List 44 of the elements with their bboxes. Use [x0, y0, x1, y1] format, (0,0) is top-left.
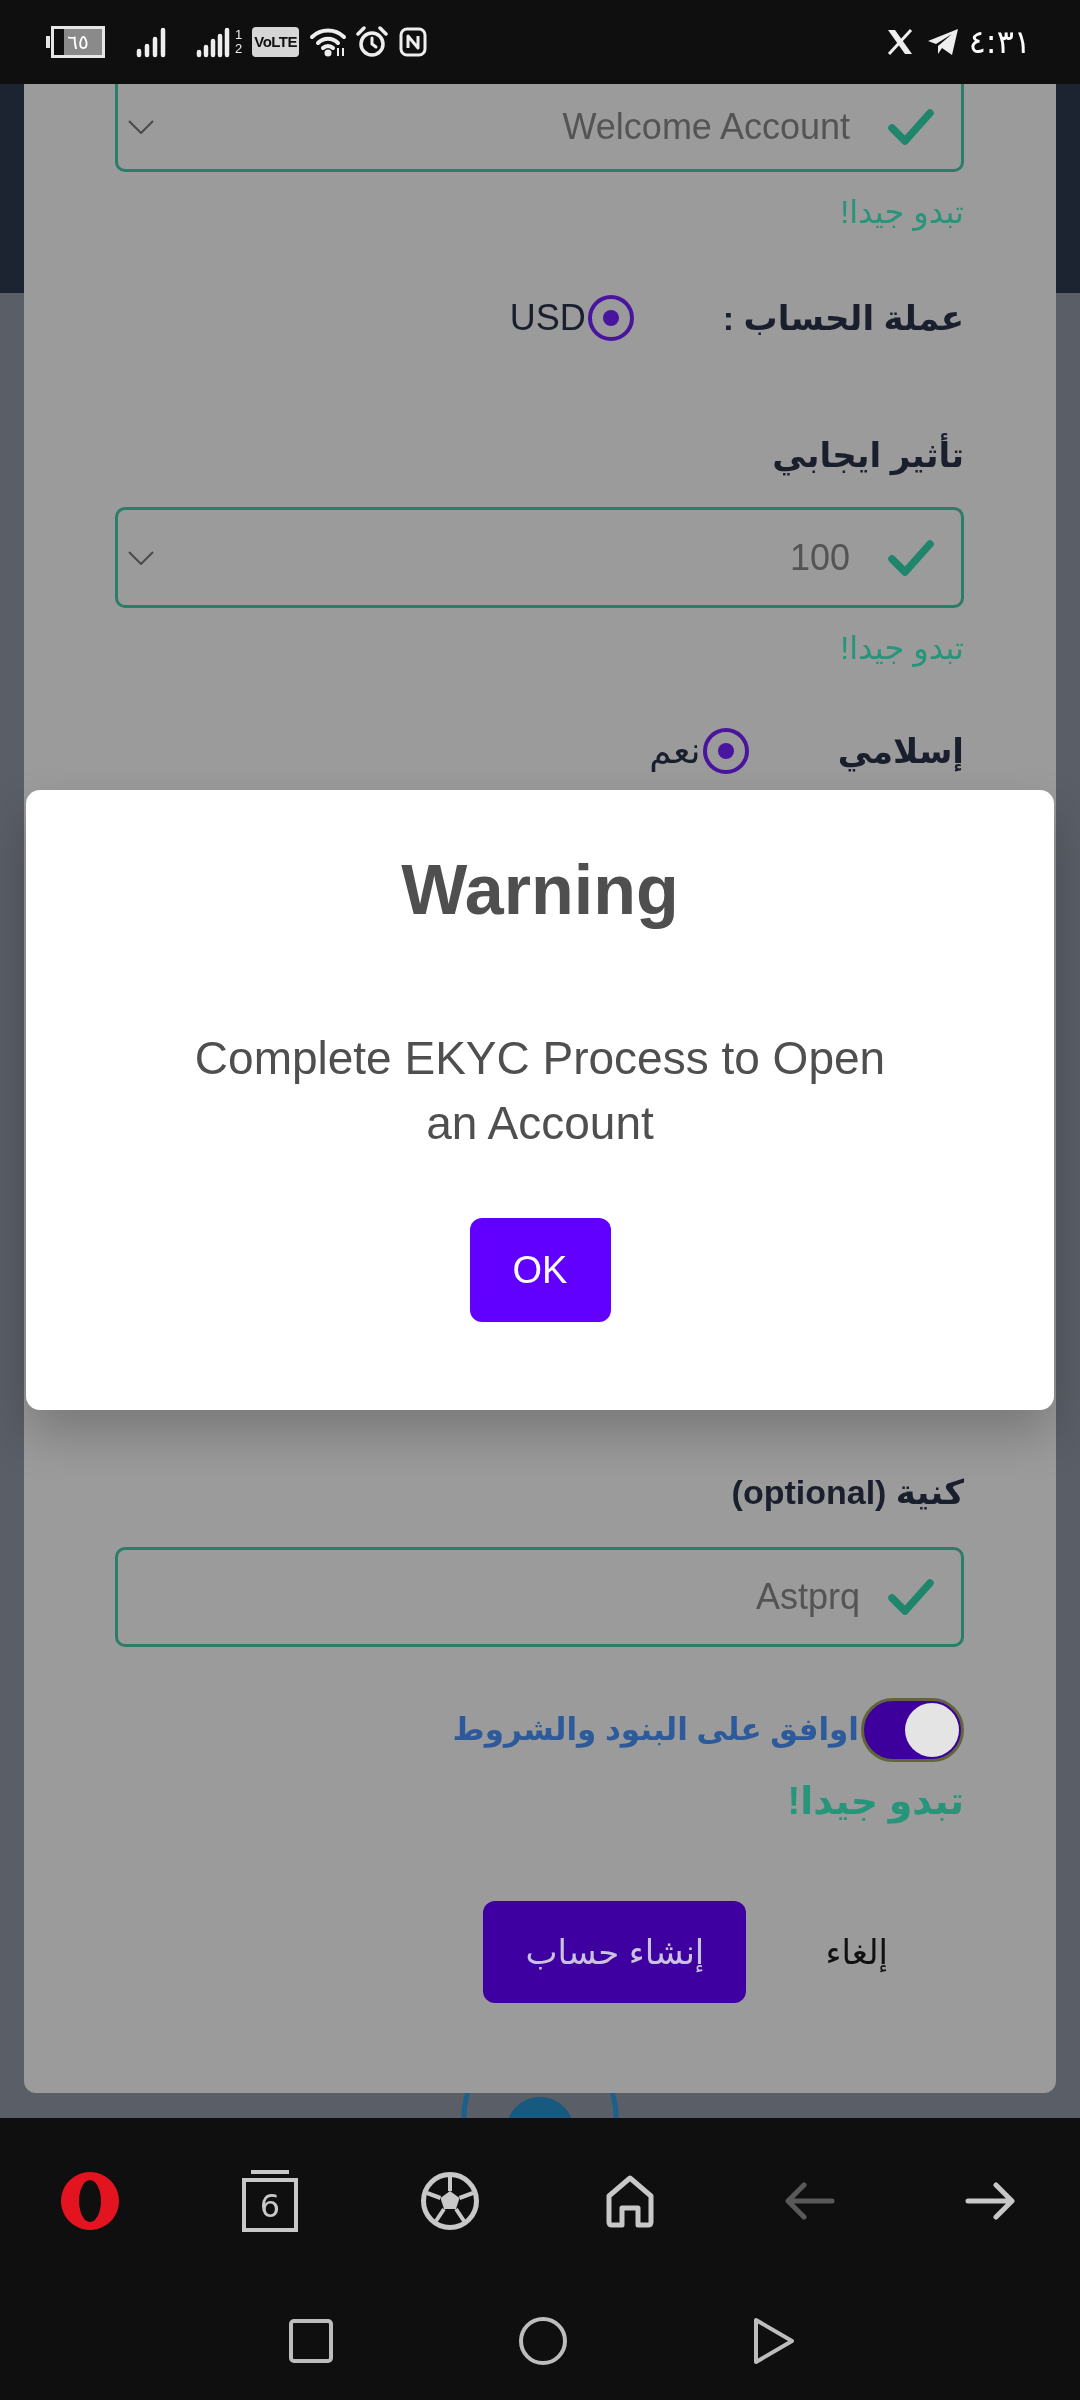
- volte-badge: VoLTE: [252, 27, 299, 57]
- chevron-down-icon: [128, 119, 154, 134]
- tabs-button[interactable]: 6: [242, 2170, 298, 2232]
- circle-nav-icon[interactable]: [518, 2317, 567, 2365]
- input-value: Astprq: [755, 1576, 860, 1618]
- alarm-clock-icon: [356, 26, 388, 58]
- check-icon: [888, 107, 934, 146]
- soccer-ball-icon[interactable]: [420, 2171, 480, 2231]
- radio-label: نعم: [649, 731, 701, 771]
- paper-plane-icon: [926, 28, 959, 56]
- create-account-button[interactable]: إنشاء حساب: [483, 1901, 747, 2003]
- select-value: Welcome Account: [562, 105, 850, 148]
- field-label: تأثير ايجابي: [772, 435, 964, 475]
- o-logo-icon[interactable]: [60, 2171, 120, 2231]
- check-icon: [888, 1578, 934, 1616]
- ok-button[interactable]: OK: [469, 1218, 611, 1322]
- validation-message: تبدو جيدا!: [840, 193, 964, 232]
- field-label: كنية (optional): [731, 1472, 964, 1512]
- cancel-button[interactable]: إلغاء: [825, 1930, 888, 1974]
- battery-percent: ٦٥: [67, 31, 89, 53]
- nfc-icon: [399, 27, 427, 57]
- field-label: عملة الحساب :: [722, 298, 964, 338]
- validation-message: تبدو جيدا!: [787, 1779, 964, 1823]
- radio-label: USD: [509, 298, 586, 338]
- field-label: إسلامي: [837, 731, 964, 771]
- signal-icon: [136, 26, 168, 58]
- triangle-nav-icon[interactable]: [752, 2317, 795, 2365]
- radio-button[interactable]: [702, 728, 749, 774]
- home-icon[interactable]: [605, 2174, 655, 2228]
- wifi-icon: [309, 26, 347, 58]
- dialog-title: Warning: [401, 850, 679, 931]
- check-icon: [888, 538, 934, 577]
- sim-number: 2: [235, 42, 243, 56]
- terms-label: اوافق على البنود والشروط: [452, 1711, 859, 1750]
- signal-icon: [196, 26, 232, 58]
- square-nav-icon[interactable]: [288, 2319, 333, 2363]
- radio-button[interactable]: [587, 295, 634, 341]
- validation-message: تبدو جيدا!: [840, 629, 964, 668]
- chevron-down-icon: [128, 550, 154, 565]
- forward-arrow-icon[interactable]: [965, 2181, 1015, 2221]
- dialog-message: Complete EKYC Process to Open an Account: [193, 1031, 887, 1151]
- clock-time: ٤:٣١: [968, 24, 1031, 60]
- sim-number: 1: [235, 28, 243, 42]
- select-value: 100: [789, 536, 850, 579]
